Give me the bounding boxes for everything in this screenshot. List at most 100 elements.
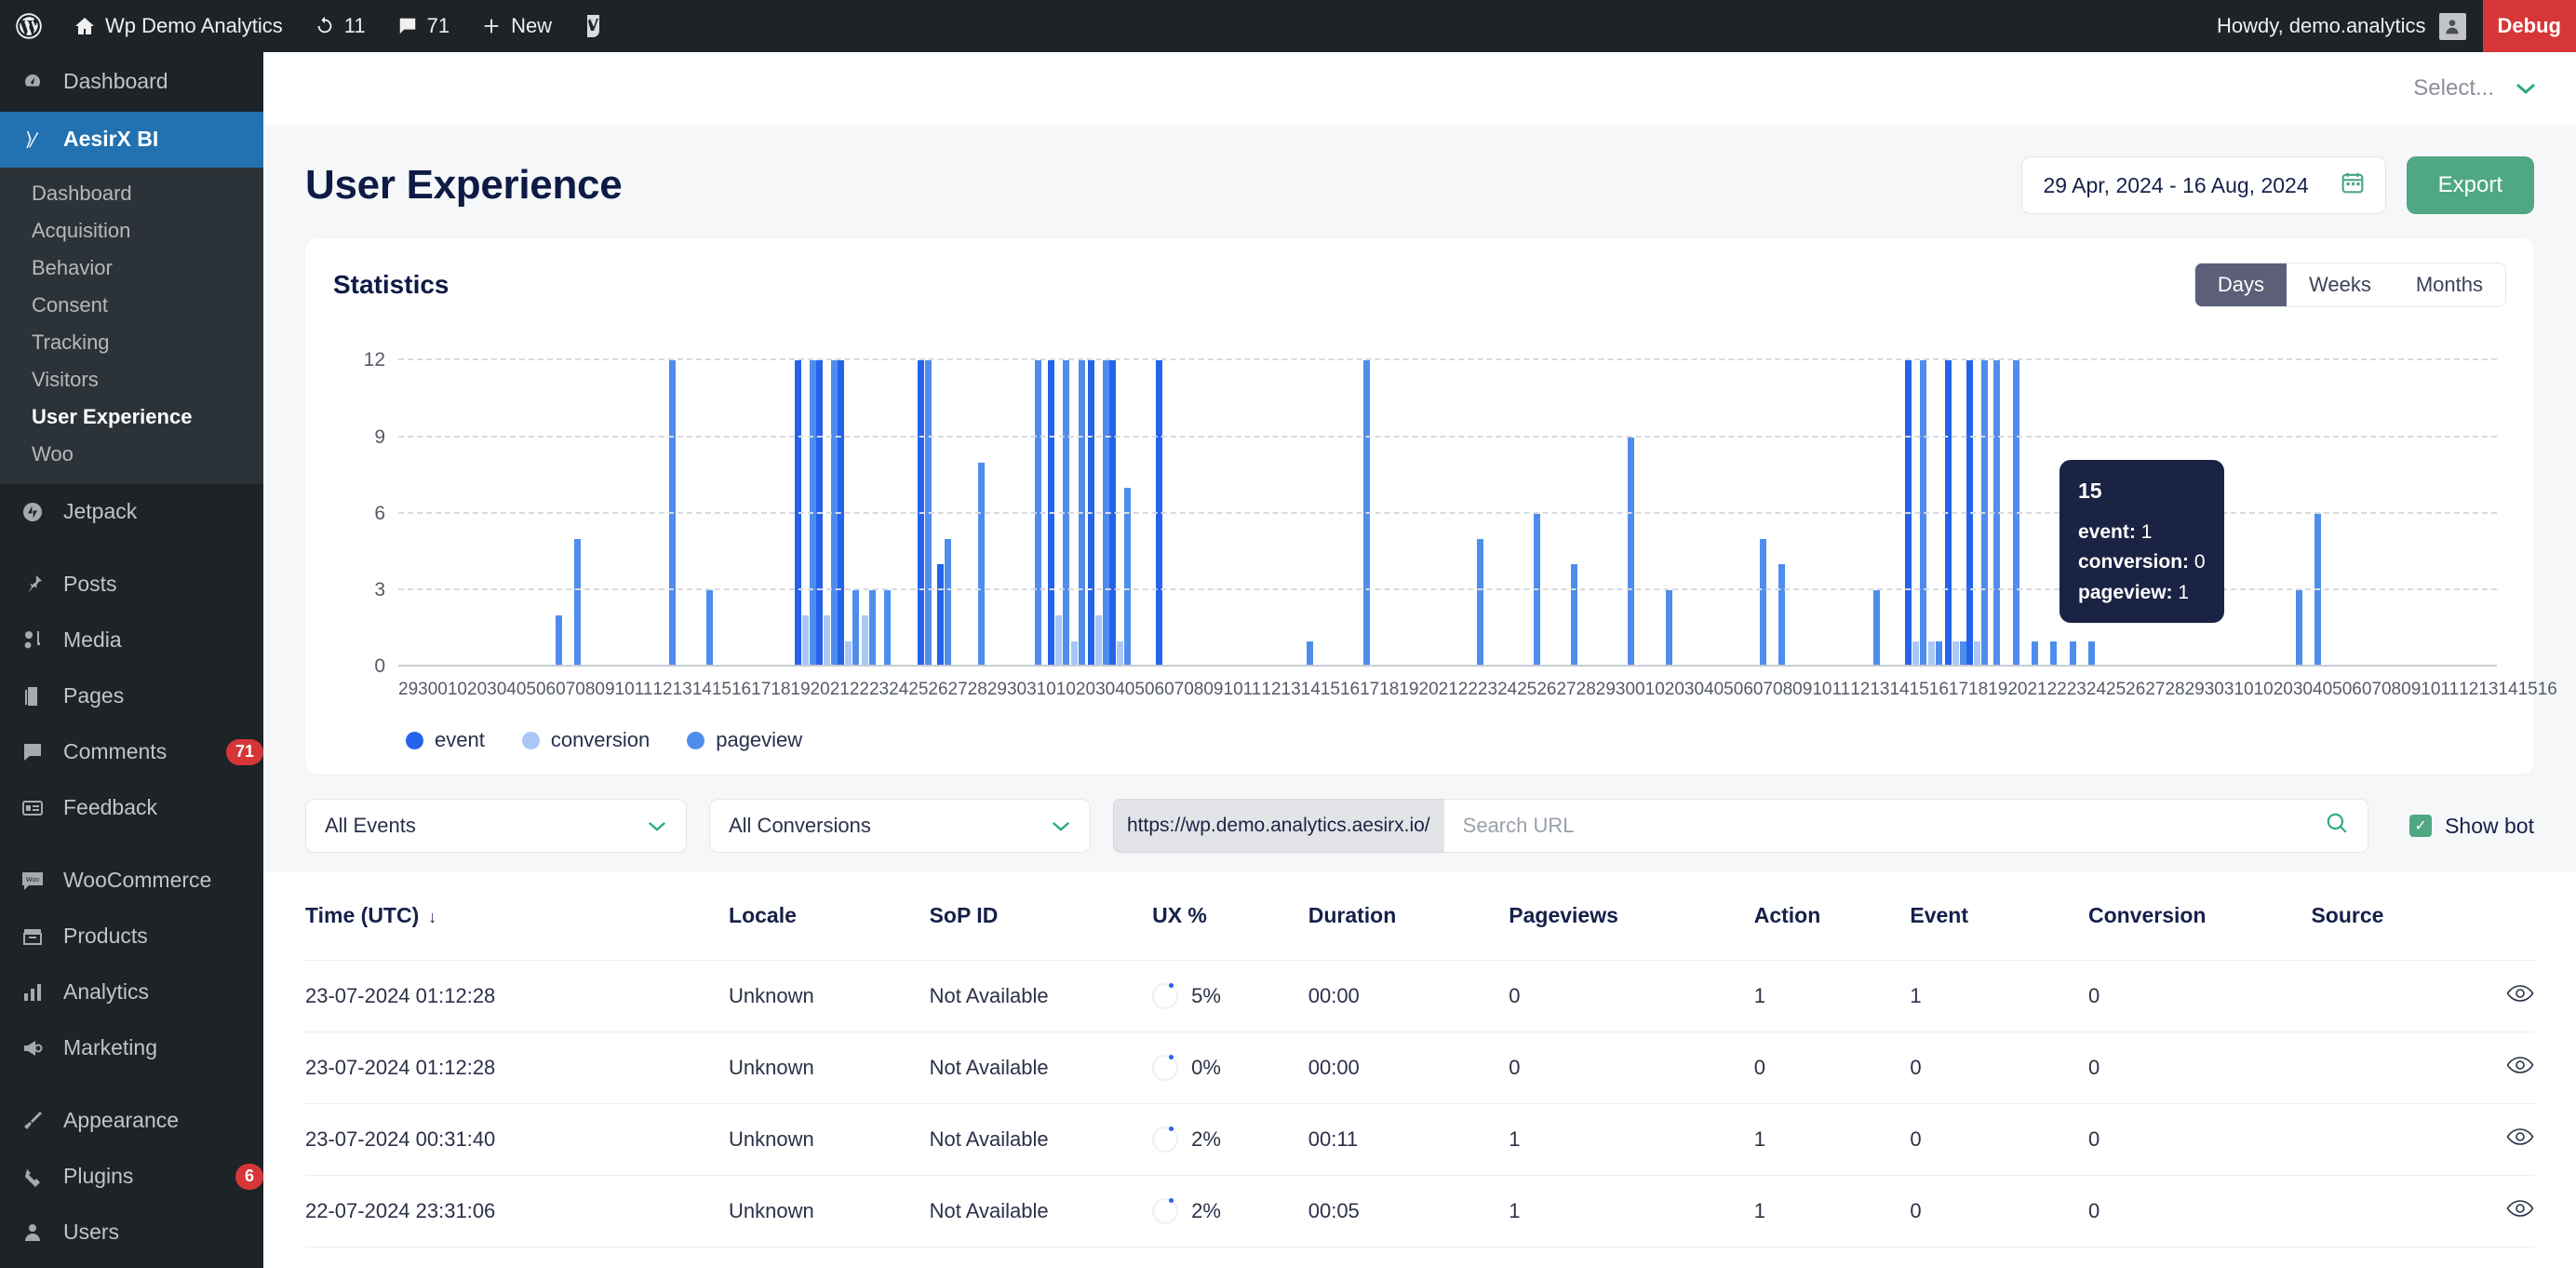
chart-bar-group[interactable]: [1926, 335, 1945, 667]
chart-bar-group[interactable]: [417, 335, 436, 667]
range-toggle-days[interactable]: Days: [2194, 263, 2287, 306]
debug-button[interactable]: Debug: [2482, 0, 2576, 52]
legend-item-event[interactable]: event: [406, 728, 485, 752]
chart-bar-group[interactable]: [1697, 335, 1715, 667]
chart-bar-group[interactable]: [1149, 335, 1168, 667]
column-header-conversion[interactable]: Conversion: [2088, 871, 2312, 961]
sidebar-item-tools[interactable]: Tools: [0, 1261, 263, 1268]
chart-bar-group[interactable]: [644, 335, 663, 667]
date-range-picker[interactable]: 29 Apr, 2024 - 16 Aug, 2024: [2021, 156, 2386, 214]
wp-logo-button[interactable]: [0, 0, 58, 52]
chart-bar-group[interactable]: [2441, 335, 2460, 667]
chart-bar-group[interactable]: [2252, 335, 2271, 667]
chart-bar-group[interactable]: [2271, 335, 2289, 667]
chart-bar-group[interactable]: [1527, 335, 1546, 667]
sidebar-item-plugins[interactable]: Plugins 6: [0, 1149, 263, 1205]
chart-bar-group[interactable]: [1047, 335, 1069, 667]
chart-bar-group[interactable]: [1564, 335, 1583, 667]
chart-bar-pageview[interactable]: [2295, 589, 2302, 667]
sidebar-item-dashboard[interactable]: Dashboard: [0, 52, 263, 112]
sidebar-item-posts[interactable]: Posts: [0, 557, 263, 613]
chart-bar-conversion[interactable]: [1095, 615, 1102, 667]
submenu-item-woo[interactable]: Woo: [0, 436, 263, 473]
chart-bar-group[interactable]: [1659, 335, 1678, 667]
chart-bar-group[interactable]: [934, 335, 953, 667]
chart-bar-group[interactable]: [2309, 335, 2328, 667]
yoast-seo-button[interactable]: [568, 0, 620, 52]
chart-bar-group[interactable]: [624, 335, 643, 667]
range-toggle-weeks[interactable]: Weeks: [2287, 263, 2394, 306]
chart-bar-group[interactable]: [776, 335, 795, 667]
submenu-item-behavior[interactable]: Behavior: [0, 250, 263, 287]
chart-bar-conversion[interactable]: [823, 615, 830, 667]
chart-bar-group[interactable]: [2328, 335, 2346, 667]
chart-bar-group[interactable]: [1966, 335, 1988, 667]
search-icon[interactable]: [2325, 811, 2349, 841]
chart-bar-pageview[interactable]: [574, 539, 582, 667]
chart-bar-group[interactable]: [1028, 335, 1047, 667]
export-button[interactable]: Export: [2406, 156, 2534, 214]
chart-bar-conversion[interactable]: [1117, 641, 1123, 667]
chart-bar-conversion[interactable]: [1054, 615, 1062, 667]
chart-bar-group[interactable]: [1829, 335, 1847, 667]
show-bot-toggle[interactable]: ✓ Show bot: [2391, 814, 2534, 839]
chart-bar-group[interactable]: [455, 335, 474, 667]
range-toggle-months[interactable]: Months: [2394, 263, 2505, 306]
chart-bar-group[interactable]: [1320, 335, 1338, 667]
chart-bar-conversion[interactable]: [1912, 641, 1919, 667]
chart-bar-group[interactable]: [1641, 335, 1659, 667]
chart-bar-group[interactable]: [1357, 335, 1375, 667]
chart-bar-conversion[interactable]: [1952, 641, 1959, 667]
chart-bar-group[interactable]: [1109, 335, 1131, 667]
chart-bar-group[interactable]: [815, 335, 838, 667]
sidebar-item-feedback[interactable]: Feedback: [0, 780, 263, 836]
chart-bar-pageview[interactable]: [555, 615, 562, 667]
chart-bar-group[interactable]: [1753, 335, 1772, 667]
sidebar-item-users[interactable]: Users: [0, 1205, 263, 1261]
chart-bar-group[interactable]: [530, 335, 549, 667]
chart-bar-group[interactable]: [681, 335, 700, 667]
chart-bar-group[interactable]: [701, 335, 719, 667]
chart-bar-group[interactable]: [1433, 335, 1452, 667]
chart-bar-group[interactable]: [1773, 335, 1791, 667]
chart-bar-group[interactable]: [2346, 335, 2365, 667]
submenu-item-visitors[interactable]: Visitors: [0, 361, 263, 398]
new-content-button[interactable]: New: [465, 0, 568, 52]
chart-bar-pageview[interactable]: [883, 589, 891, 667]
chart-bar-group[interactable]: [1338, 335, 1357, 667]
chart-bar-group[interactable]: [2422, 335, 2440, 667]
chart-bar-group[interactable]: [859, 335, 878, 667]
chart-bar-group[interactable]: [1848, 335, 1867, 667]
chart-bar-group[interactable]: [1244, 335, 1263, 667]
submenu-item-tracking[interactable]: Tracking: [0, 324, 263, 361]
chart-bar-group[interactable]: [1546, 335, 1564, 667]
chart-bar-group[interactable]: [991, 335, 1010, 667]
chart-bar-group[interactable]: [2289, 335, 2308, 667]
view-details-icon[interactable]: [2506, 1198, 2534, 1224]
show-bot-checkbox[interactable]: ✓: [2409, 815, 2433, 837]
chart-bar-group[interactable]: [663, 335, 681, 667]
chart-bar-group[interactable]: [1069, 335, 1088, 667]
chart-bar-group[interactable]: [1206, 335, 1225, 667]
chart-bar-group[interactable]: [757, 335, 775, 667]
chart-bar-group[interactable]: [1678, 335, 1697, 667]
chart-bar-group[interactable]: [973, 335, 991, 667]
sidebar-item-analytics[interactable]: Analytics: [0, 964, 263, 1020]
chart-bar-group[interactable]: [1867, 335, 1885, 667]
chart-bar-group[interactable]: [1988, 335, 2006, 667]
chart-bar-group[interactable]: [474, 335, 492, 667]
chart-bar-group[interactable]: [719, 335, 738, 667]
chart-bar-conversion[interactable]: [1928, 641, 1936, 667]
chart-bar-group[interactable]: [2365, 335, 2383, 667]
chart-bar-group[interactable]: [1470, 335, 1489, 667]
chart-bar-pageview[interactable]: [706, 589, 714, 667]
column-header-action[interactable]: Action: [1754, 871, 1911, 961]
column-header-locale[interactable]: Locale: [729, 871, 930, 961]
sidebar-item-pages[interactable]: Pages: [0, 668, 263, 724]
conversions-filter-dropdown[interactable]: All Conversions: [709, 799, 1091, 853]
chart-bar-pageview[interactable]: [1936, 641, 1943, 667]
sidebar-item-woocommerce[interactable]: Woo WooCommerce: [0, 853, 263, 909]
sidebar-item-appearance[interactable]: Appearance: [0, 1093, 263, 1149]
chart-bar-conversion[interactable]: [1071, 641, 1079, 667]
chart-bar-group[interactable]: [837, 335, 859, 667]
